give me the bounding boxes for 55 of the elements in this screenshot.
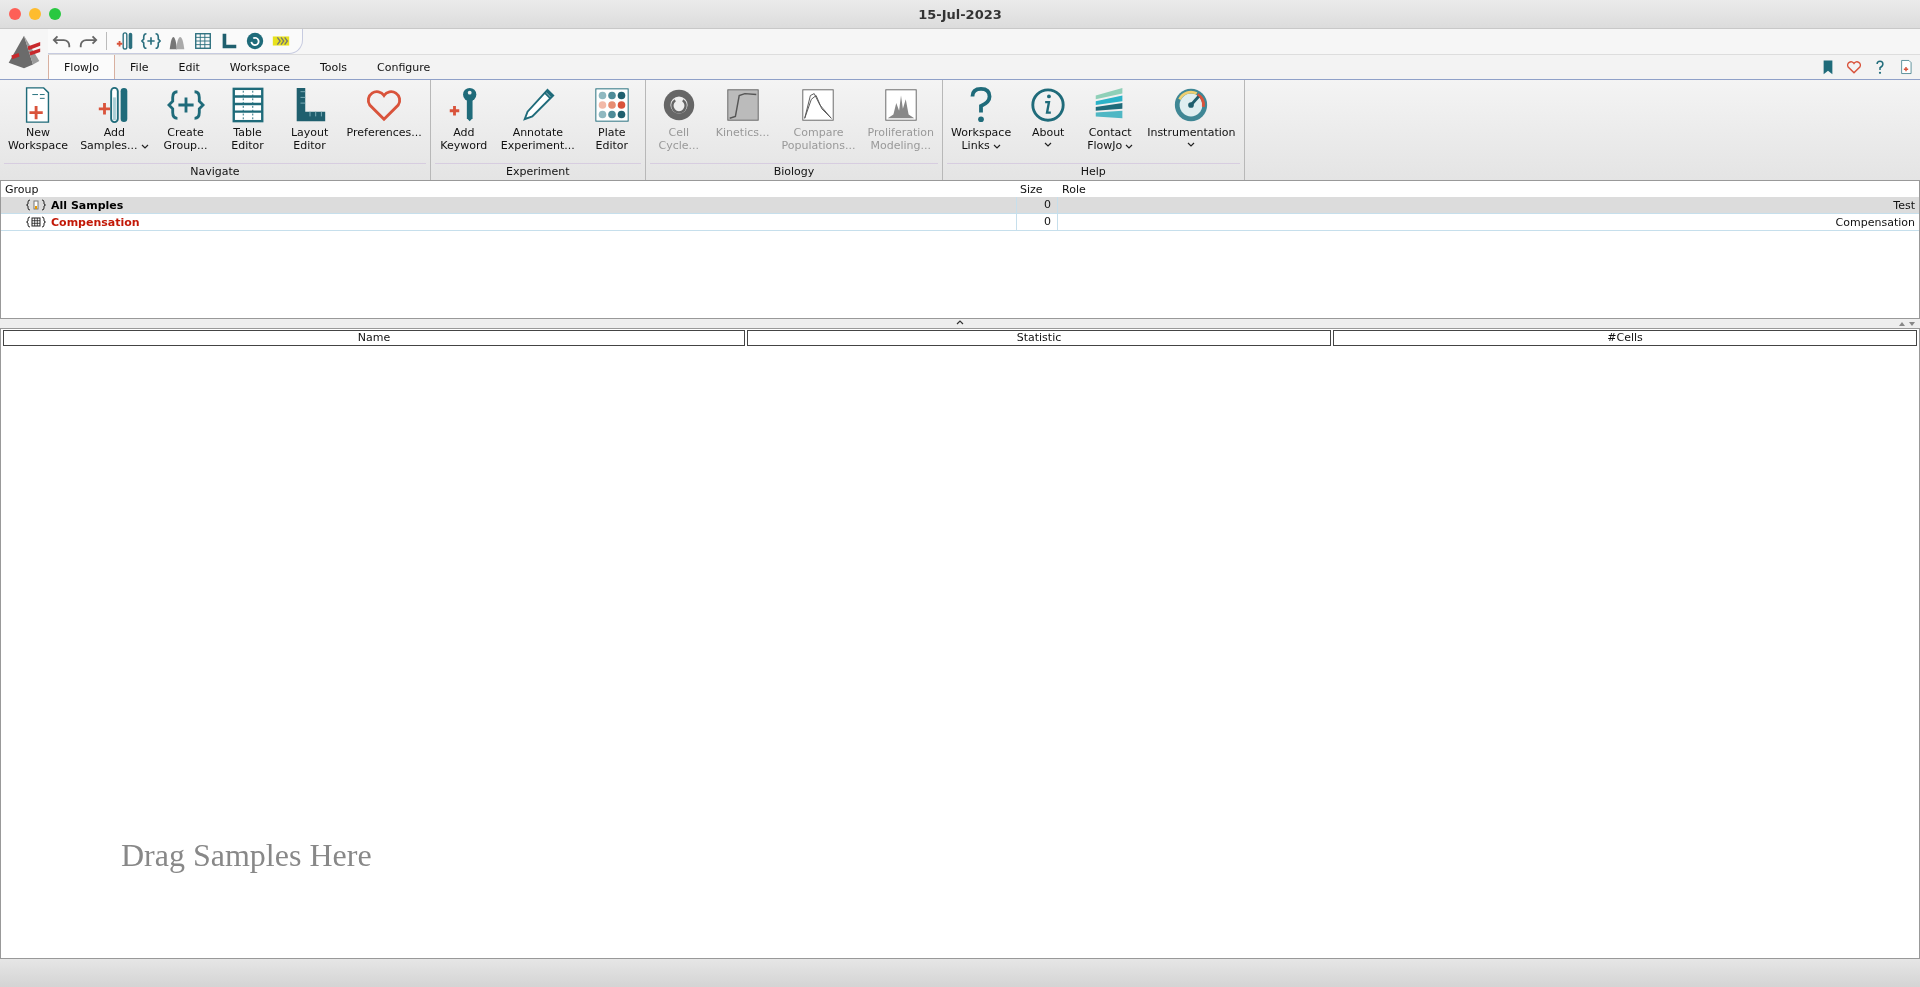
ribbon-button[interactable]: Contact FlowJo bbox=[1081, 86, 1140, 152]
ribbon-button[interactable]: Create Group... bbox=[156, 86, 215, 152]
group-name: Compensation bbox=[51, 215, 140, 229]
dropdown-caret-icon bbox=[1187, 142, 1196, 147]
dropdown-caret-icon bbox=[1044, 142, 1053, 147]
braced-tube-icon bbox=[25, 199, 47, 211]
dropdown-caret-icon bbox=[140, 143, 149, 149]
table-cell: 0 bbox=[1016, 214, 1058, 230]
dropdown-caret-icon bbox=[1125, 143, 1134, 149]
heart-icon[interactable] bbox=[1846, 59, 1862, 75]
table-cell-text: Test bbox=[1892, 198, 1916, 212]
table-row[interactable]: All Samples 0 Test bbox=[1, 197, 1919, 214]
ribbon-button[interactable]: Preferences... bbox=[342, 86, 426, 139]
ribbon-group-label: Biology bbox=[649, 163, 939, 180]
ribbon-button[interactable]: Instrumentation bbox=[1143, 86, 1240, 147]
window-title: 15-Jul-2023 bbox=[918, 6, 1002, 22]
column-header[interactable]: Role bbox=[1058, 182, 1919, 196]
ribbon-button[interactable]: Plate Editor bbox=[582, 86, 641, 152]
ribbon-button[interactable]: Annotate Experiment... bbox=[496, 86, 579, 152]
menu-tab[interactable]: File bbox=[115, 55, 164, 79]
ribbon-button[interactable]: Add Samples... bbox=[76, 86, 153, 152]
ribbon-group-label: Navigate bbox=[4, 163, 426, 180]
menu-tab[interactable]: Edit bbox=[163, 55, 215, 79]
column-header[interactable]: Group bbox=[1, 182, 1016, 196]
braced-grid-icon bbox=[25, 216, 47, 228]
column-header[interactable]: Statistic bbox=[747, 330, 1331, 346]
collapse-caret-icon[interactable] bbox=[956, 320, 964, 325]
ribbon-group-label: Experiment bbox=[434, 163, 641, 180]
menu-tab[interactable]: Workspace bbox=[214, 55, 305, 79]
dropdown-caret-icon bbox=[992, 143, 1001, 149]
grid-icon[interactable] bbox=[193, 31, 213, 51]
new-document-icon[interactable] bbox=[1898, 59, 1914, 75]
table-row[interactable]: Compensation 0 Compensation bbox=[1, 214, 1919, 231]
group-name: All Samples bbox=[51, 198, 124, 212]
ribbon-button[interactable]: Layout Editor bbox=[280, 86, 339, 152]
test-tubes-icon[interactable] bbox=[115, 31, 135, 51]
braces-plus-icon[interactable] bbox=[141, 31, 161, 51]
ribbon-button[interactable]: Workspace Links bbox=[947, 86, 1016, 152]
ribbon-button[interactable]: Add Keyword bbox=[434, 86, 493, 152]
info-icon bbox=[1029, 86, 1068, 124]
menu-tab[interactable]: Configure bbox=[362, 55, 446, 79]
table-cell: 0 bbox=[1016, 197, 1058, 213]
split-arrows-icon[interactable] bbox=[1898, 321, 1916, 327]
column-header[interactable]: #Cells bbox=[1333, 330, 1917, 346]
table-cell-text: Compensation bbox=[1834, 215, 1916, 229]
menu-tab[interactable]: FlowJo bbox=[48, 55, 116, 79]
menu-tab[interactable]: Tools bbox=[304, 55, 363, 79]
ribbon-button[interactable]: New Workspace bbox=[4, 86, 73, 152]
column-header[interactable]: Name bbox=[3, 330, 745, 346]
plate-grid-icon bbox=[592, 86, 631, 124]
column-header[interactable]: Size bbox=[1016, 182, 1058, 196]
ribbon-button[interactable]: Table Editor bbox=[218, 86, 277, 152]
ribbon-group-label: Help bbox=[947, 163, 1240, 180]
drop-area[interactable]: Drag Samples Here bbox=[1, 347, 1919, 958]
ribbon-button[interactable]: About bbox=[1019, 86, 1078, 147]
